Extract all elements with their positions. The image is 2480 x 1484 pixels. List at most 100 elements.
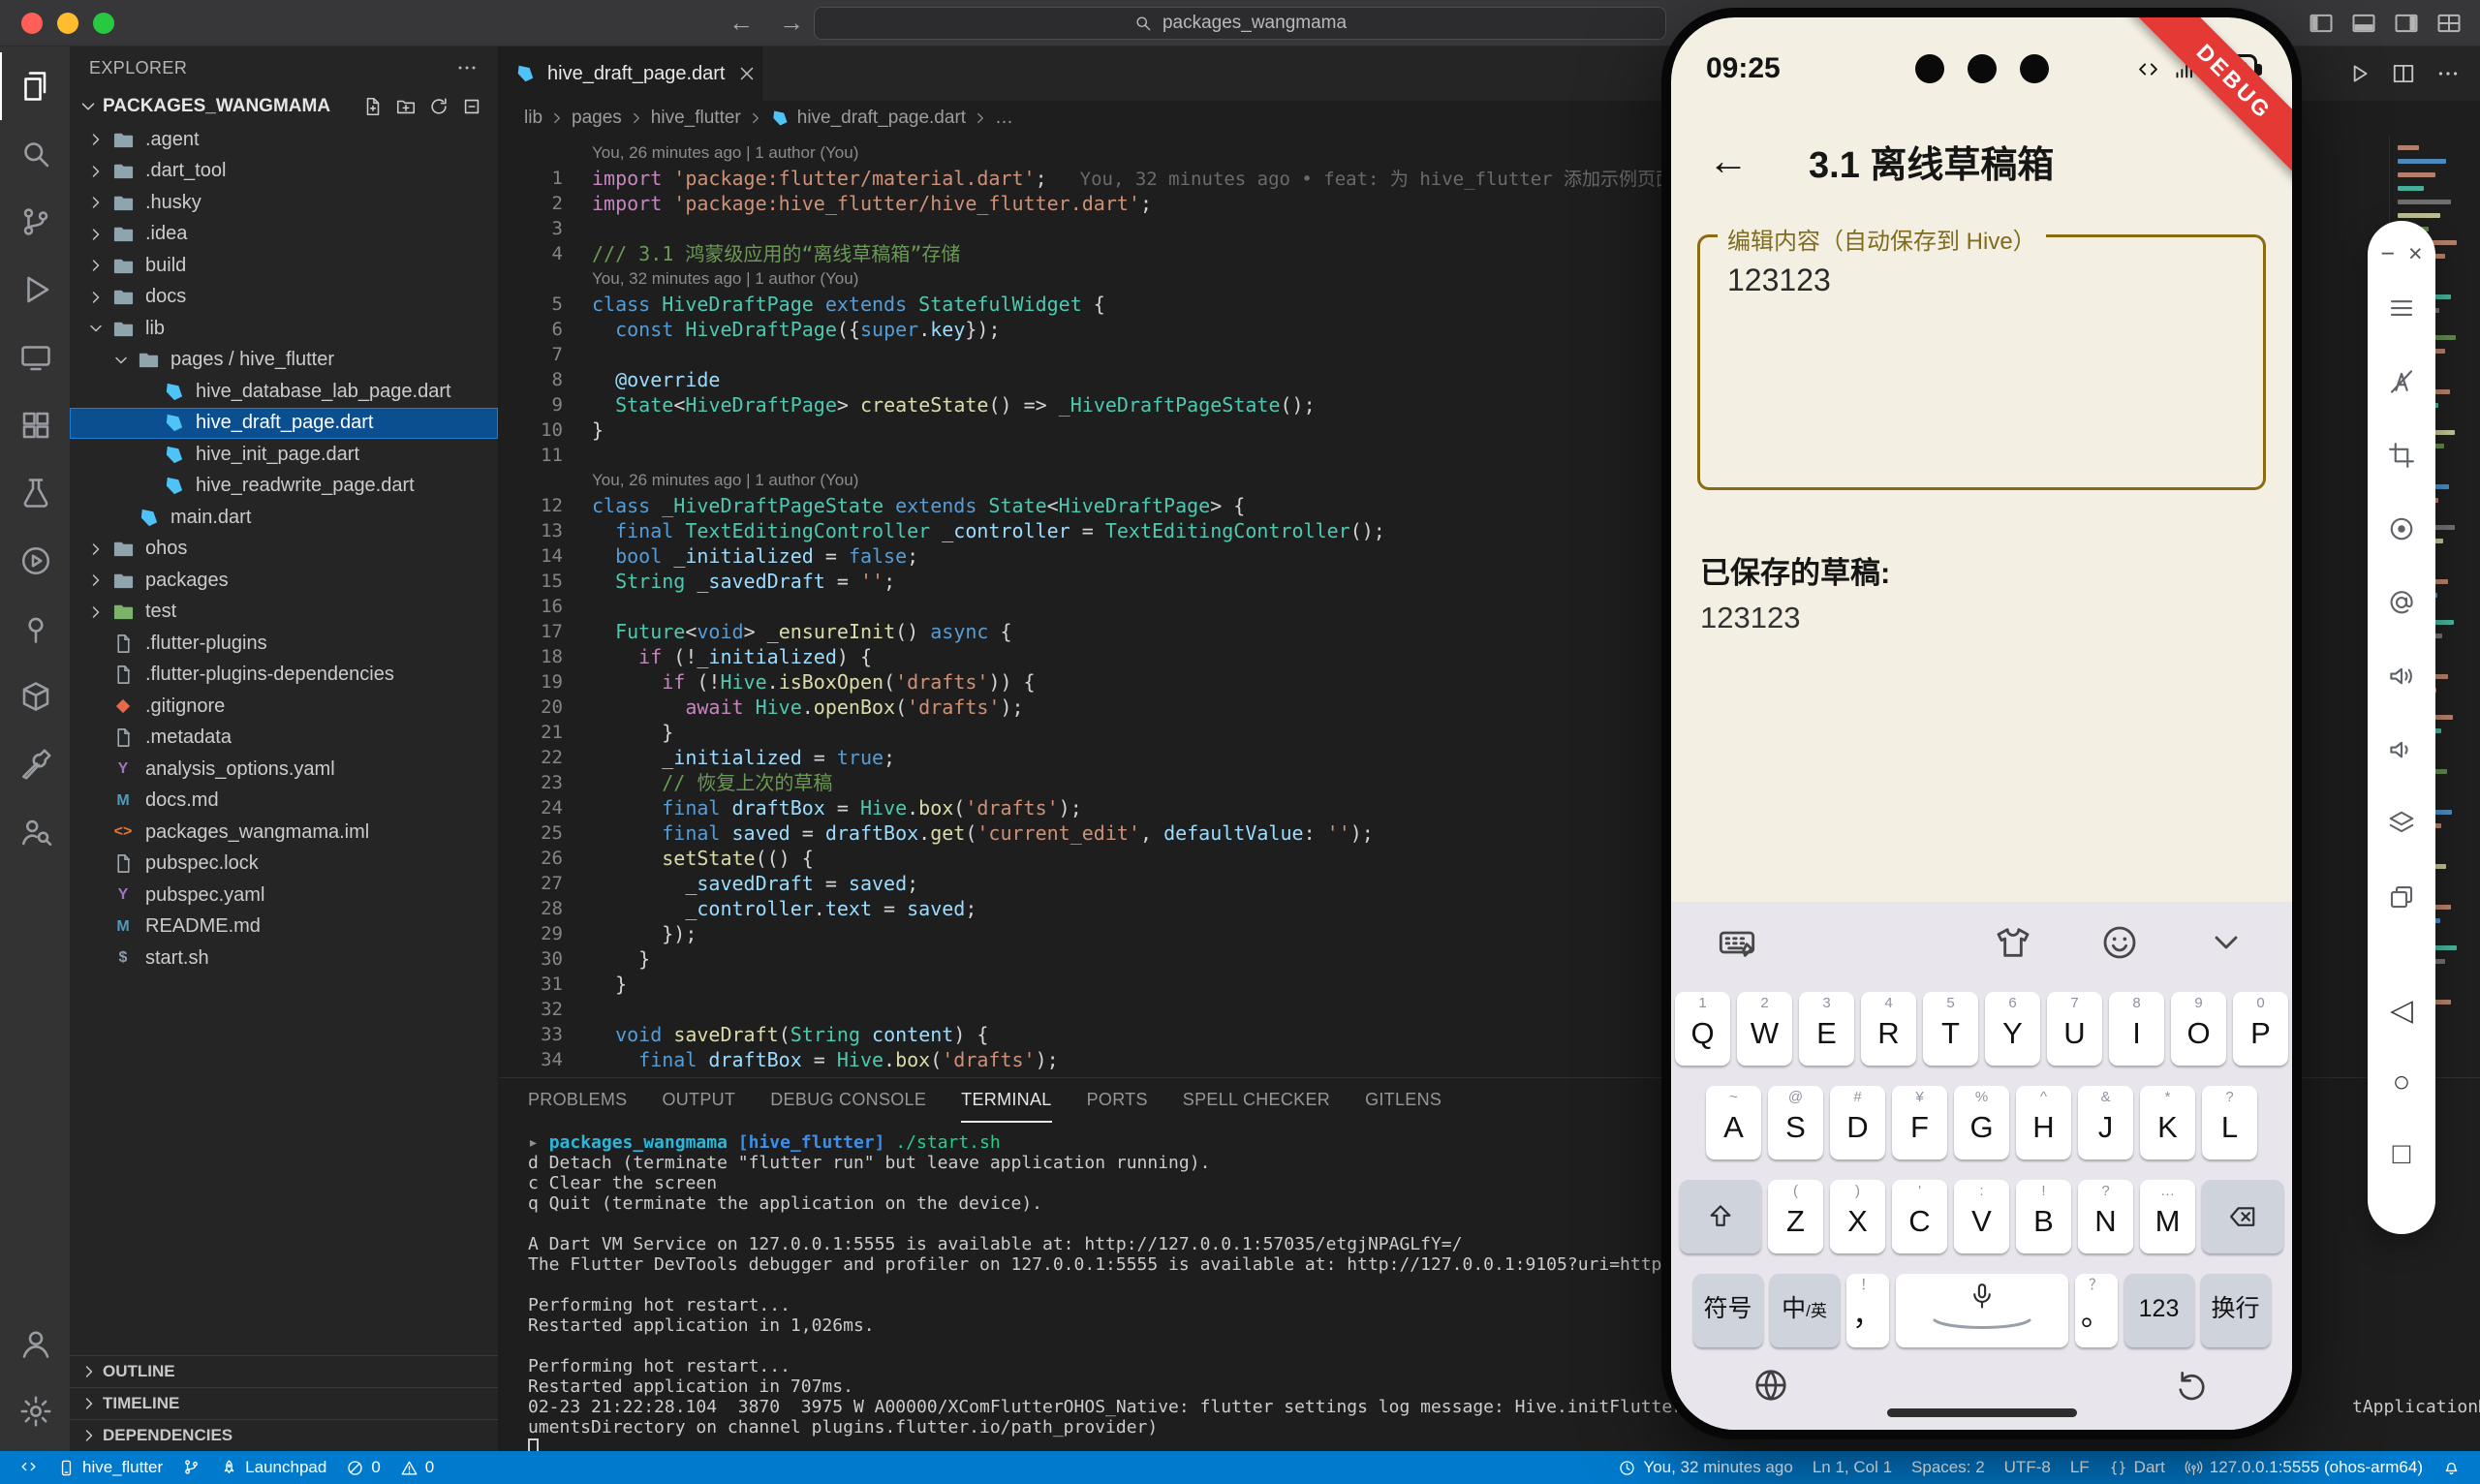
key-g[interactable]: %G [1954, 1086, 2009, 1159]
key-o[interactable]: 9O [2171, 992, 2226, 1066]
key-y[interactable]: 6Y [1985, 992, 2040, 1066]
hide-keyboard-icon[interactable] [2207, 923, 2246, 962]
globe-icon[interactable] [1752, 1367, 1789, 1404]
command-center[interactable]: packages_wangmama [814, 7, 1666, 40]
key-r[interactable]: 4R [1861, 992, 1916, 1066]
history-forward-button[interactable]: → [779, 8, 804, 38]
tree-item[interactable]: .idea [70, 219, 498, 251]
home-indicator[interactable] [1887, 1408, 2077, 1417]
emulator-menu[interactable] [2387, 271, 2416, 345]
tree-item[interactable]: .dart_tool [70, 156, 498, 188]
emulator-nav-back[interactable]: ◁ [2390, 974, 2413, 1046]
tree-item[interactable]: hive_database_lab_page.dart [70, 376, 498, 408]
emulator-ime-toggle[interactable] [2387, 345, 2416, 418]
codelens-blame[interactable]: You, 26 minutes ago | 1 author (You) [592, 468, 858, 493]
activity-testing[interactable] [0, 459, 70, 527]
backspace-key[interactable] [2202, 1180, 2283, 1253]
key-z[interactable]: (Z [1768, 1180, 1823, 1253]
activity-extensions[interactable] [0, 391, 70, 459]
collapse-all-icon[interactable] [461, 96, 482, 117]
panel-tab-output[interactable]: OUTPUT [662, 1078, 735, 1123]
key-p[interactable]: 0P [2233, 992, 2288, 1066]
notifications[interactable] [2433, 1458, 2470, 1476]
tree-item[interactable]: packages [70, 565, 498, 597]
key-t[interactable]: 5T [1923, 992, 1978, 1066]
key-q[interactable]: 1Q [1675, 992, 1730, 1066]
tree-item[interactable]: $start.sh [70, 943, 498, 974]
tree-item[interactable]: build [70, 250, 498, 282]
close-tab-icon[interactable] [736, 63, 758, 84]
key-n[interactable]: ?N [2078, 1180, 2133, 1253]
language-toggle-key[interactable]: 中/英 [1770, 1274, 1840, 1347]
tree-item[interactable]: .agent [70, 124, 498, 156]
shift-key[interactable] [1680, 1180, 1761, 1253]
emulator-screenshot[interactable] [2387, 418, 2416, 492]
breadcrumb-item[interactable]: pages [572, 108, 622, 129]
tree-item[interactable]: .metadata [70, 723, 498, 755]
key-f[interactable]: ¥F [1892, 1086, 1947, 1159]
emoji-icon[interactable] [2100, 923, 2139, 962]
phone-back-button[interactable]: ← [1708, 140, 1749, 181]
key-k[interactable]: *K [2140, 1086, 2195, 1159]
activity-remote-explorer[interactable] [0, 324, 70, 391]
key-h[interactable]: ^H [2016, 1086, 2071, 1159]
emulator-copy[interactable] [2387, 860, 2416, 934]
comma-key[interactable]: ！， [1846, 1274, 1889, 1347]
encoding[interactable]: UTF-8 [1995, 1458, 2061, 1477]
eol[interactable]: LF [2061, 1458, 2099, 1477]
history-back-button[interactable]: ← [728, 8, 754, 38]
emulator-minimize[interactable]: − [2380, 240, 2395, 268]
emulator-record[interactable] [2387, 492, 2416, 566]
emulator-volume-down[interactable] [2387, 713, 2416, 787]
panel-tab-gitlens[interactable]: GITLENS [1365, 1078, 1442, 1123]
space-key[interactable] [1896, 1274, 2068, 1347]
tree-item[interactable]: lib [70, 313, 498, 345]
breadcrumb-item[interactable]: hive_flutter [651, 108, 741, 129]
warning-count[interactable]: 0 [390, 1458, 444, 1477]
draft-text-field[interactable]: 编辑内容（自动保存到 Hive） 123123 [1697, 234, 2266, 490]
activity-run-circle[interactable] [0, 527, 70, 595]
project-section-header[interactable]: PACKAGES_WANGMAMA [70, 89, 498, 124]
tree-item[interactable]: pubspec.lock [70, 849, 498, 881]
panel-tab-debug-console[interactable]: DEBUG CONSOLE [770, 1078, 926, 1123]
numbers-key[interactable]: 123 [2124, 1274, 2194, 1347]
key-v[interactable]: :V [1954, 1180, 2009, 1253]
split-icon[interactable] [2391, 61, 2416, 86]
breadcrumb-item[interactable]: hive_draft_page.dart [797, 108, 966, 129]
error-count[interactable]: 0 [336, 1458, 389, 1477]
activity-source-control[interactable] [0, 188, 70, 256]
sidebar-section-dependencies[interactable]: DEPENDENCIES [70, 1419, 498, 1451]
tree-item[interactable]: Yanalysis_options.yaml [70, 754, 498, 786]
activity-settings[interactable] [0, 1377, 70, 1445]
blame-status[interactable]: You, 32 minutes ago [1608, 1458, 1802, 1477]
tree-item[interactable]: .gitignore [70, 691, 498, 723]
panel-tab-problems[interactable]: PROBLEMS [528, 1078, 627, 1123]
panel-tab-ports[interactable]: PORTS [1087, 1078, 1148, 1123]
emulator-close[interactable]: × [2408, 240, 2423, 268]
indentation[interactable]: Spaces: 2 [1902, 1458, 1995, 1477]
tree-item[interactable]: main.dart [70, 502, 498, 534]
key-s[interactable]: @S [1768, 1086, 1823, 1159]
activity-account[interactable] [0, 1310, 70, 1377]
keyboard-theme-icon[interactable] [1994, 923, 2032, 962]
activity-search[interactable] [0, 120, 70, 188]
activity-run-and-debug[interactable] [0, 256, 70, 324]
tree-item[interactable]: hive_draft_page.dart [70, 408, 498, 440]
layout-left-icon[interactable] [2308, 10, 2335, 37]
tree-item[interactable]: .flutter-plugins-dependencies [70, 660, 498, 692]
period-key[interactable]: ？。 [2075, 1274, 2118, 1347]
enter-key[interactable]: 换行 [2201, 1274, 2271, 1347]
new-file-icon[interactable] [362, 96, 384, 117]
keyboard-settings-icon[interactable] [1718, 923, 1756, 962]
tab-hive-draft-page[interactable]: hive_draft_page.dart [499, 46, 762, 101]
zoom-window-button[interactable] [93, 13, 114, 34]
key-j[interactable]: &J [2078, 1086, 2133, 1159]
breadcrumb-item[interactable]: lib [524, 108, 542, 129]
cursor-position[interactable]: Ln 1, Col 1 [1803, 1458, 1902, 1477]
key-a[interactable]: ~A [1706, 1086, 1761, 1159]
key-l[interactable]: ?L [2202, 1086, 2257, 1159]
key-m[interactable]: …M [2140, 1180, 2195, 1253]
undo-icon[interactable] [2174, 1367, 2211, 1404]
tree-item[interactable]: pages / hive_flutter [70, 345, 498, 377]
emulator-nav-recents[interactable]: □ [2393, 1118, 2411, 1190]
